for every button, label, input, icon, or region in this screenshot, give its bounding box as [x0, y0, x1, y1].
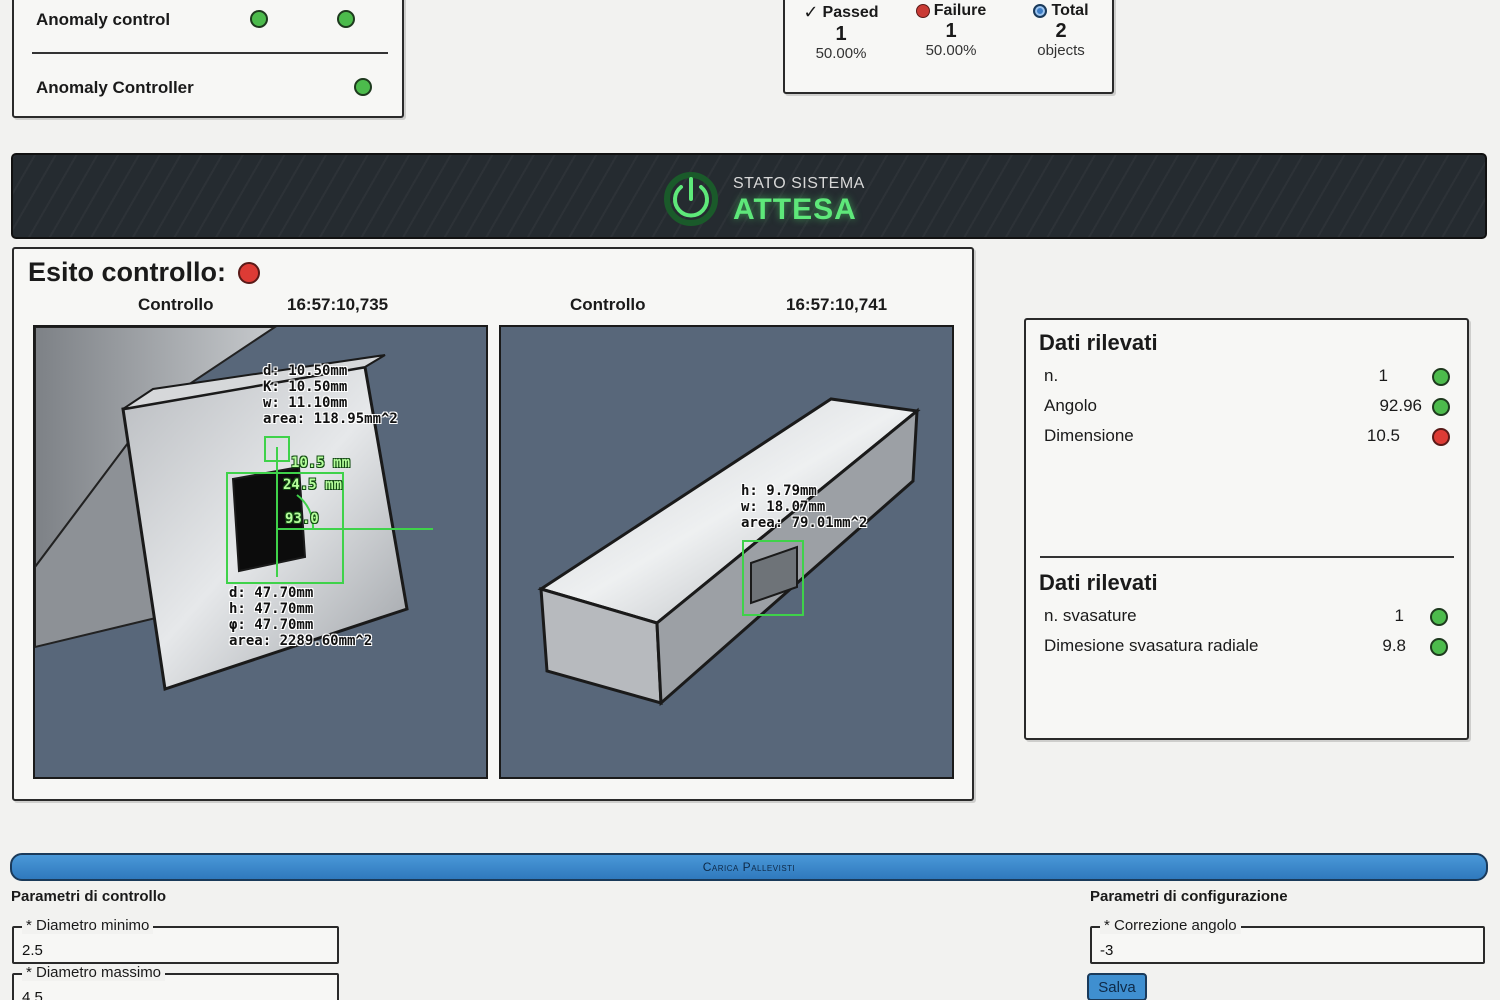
dati-row-svasatura-radiale-label: Dimesione svasatura radiale: [1044, 636, 1259, 655]
camera1-view: d: 10.50mm K: 10.50mm w: 11.10mm area: 1…: [33, 325, 488, 779]
measure-d-outer: d: 47.70mm: [229, 585, 314, 601]
total-icon: [1033, 4, 1048, 18]
checkmark-icon: ✓: [803, 2, 819, 22]
camera2-time: 16:57:10,741: [786, 295, 888, 314]
dati-row-dimensione-label: Dimensione: [1044, 426, 1134, 445]
correzione-angolo-label: * Correzione angolo: [1100, 917, 1241, 934]
stat-failure-percent: 50.00%: [925, 42, 977, 59]
dati-row-svasatura-radiale-value: 9.8: [1382, 636, 1406, 655]
diametro-massimo-field: * Diametro massimo: [12, 964, 339, 1000]
tube-end-image: [35, 327, 433, 691]
anomaly-control-label: Anomaly control: [36, 10, 171, 29]
stat-passed-percent: 50.00%: [815, 45, 867, 62]
stat-total-unit: objects: [1037, 42, 1085, 59]
measure-phi-outer: φ: 47.70mm: [229, 617, 314, 633]
camera2-view: h: 9.79mm w: 18.07mm area: 79.01mm^2: [499, 325, 954, 779]
dati-rilevati-panel: Dati rilevati n. 1 Angolo 92.96 Dimensio…: [1024, 318, 1469, 740]
control-params-title: Parametri di controllo: [11, 888, 167, 905]
failure-icon: [915, 4, 930, 18]
dati-row-n-value: 1: [1378, 366, 1388, 385]
measure-area: area: 118.95mm^2: [263, 411, 398, 427]
overlay-width: 24.5 mm: [283, 477, 343, 493]
stat-passed-count: 1: [835, 23, 847, 45]
tube-side-image: [537, 397, 921, 707]
measure-w: w: 18.07mm: [741, 499, 826, 515]
dati-row-angolo-status: [1432, 398, 1450, 416]
anomaly-panel: Anomaly control Anomaly Controller: [12, 0, 404, 118]
correzione-angolo-field: * Correzione angolo: [1090, 917, 1485, 964]
anomaly-control-status-1: [250, 10, 268, 28]
dati-row-svasature-status: [1430, 608, 1448, 626]
dati-row-n-status: [1432, 368, 1450, 386]
dati-title-1: Dati rilevati: [1039, 330, 1158, 355]
result-status-indicator: [237, 262, 260, 284]
measure-area: area: 79.01mm^2: [741, 515, 868, 531]
measure-k: K: 10.50mm: [263, 379, 348, 395]
measure-h-outer: h: 47.70mm: [229, 601, 314, 617]
result-title: Esito controllo:: [28, 257, 260, 288]
system-status-bar: STATO SISTEMA ATTESA: [11, 153, 1487, 239]
measure-area-outer: area: 2289.60mm^2: [229, 633, 373, 649]
anomaly-controller-label: Anomaly Controller: [36, 78, 194, 97]
dati-row-dimensione-value: 10.5: [1366, 426, 1400, 445]
system-status-value: ATTESA: [733, 193, 857, 226]
result-title-text: Esito controllo:: [28, 257, 226, 287]
dati-row-svasatura-radiale-status: [1430, 638, 1448, 656]
stat-failure-label: Failure: [933, 2, 987, 19]
camera1-measures-bottom: d: 47.70mm h: 47.70mm φ: 47.70mm area: 2…: [229, 585, 372, 649]
stat-failure-count: 1: [945, 20, 957, 42]
diametro-minimo-label: * Diametro minimo: [22, 917, 154, 934]
stat-failure: Failure 1 50.00%: [901, 2, 1001, 59]
measure-h: h: 9.79mm: [741, 483, 817, 499]
overlay-diameter: 10.5 mm: [291, 455, 351, 471]
camera1-measures-top: d: 10.50mm K: 10.50mm w: 11.10mm area: 1…: [263, 363, 398, 427]
correzione-angolo-input[interactable]: [1100, 942, 1400, 959]
anomaly-controller-status: [354, 78, 372, 96]
stat-passed-label: Passed: [822, 3, 879, 21]
config-params-title: Parametri di configurazione: [1090, 888, 1288, 905]
camera1-time: 16:57:10,735: [287, 295, 389, 314]
measure-w: w: 11.10mm: [263, 395, 348, 411]
save-button[interactable]: Salva: [1087, 973, 1147, 1000]
dati-row-svasature-label: n. svasature: [1044, 606, 1137, 625]
stat-passed: ✓ Passed 1 50.00%: [791, 2, 891, 62]
camera2-name: Controllo: [570, 295, 646, 314]
dati-row-n-label: n.: [1044, 366, 1059, 385]
overlay-angle: 93.0: [285, 511, 319, 527]
dati-row-svasature-value: 1: [1394, 606, 1404, 625]
power-icon: [664, 172, 718, 226]
system-status-label: STATO SISTEMA: [733, 175, 865, 192]
dati-row-dimensione-status: [1432, 428, 1450, 446]
camera2-measures: h: 9.79mm w: 18.07mm area: 79.01mm^2: [741, 483, 867, 531]
dati-row-angolo-value: 92.96: [1379, 396, 1422, 415]
diametro-minimo-field: * Diametro minimo: [12, 917, 339, 964]
diametro-minimo-input[interactable]: [22, 942, 322, 959]
result-panel: Esito controllo: Controllo 16:57:10,735 …: [12, 247, 974, 801]
stat-total-count: 2: [1055, 20, 1067, 42]
load-pallets-bar[interactable]: Carica Pallevisti: [10, 853, 1488, 881]
stat-total-label: Total: [1051, 2, 1089, 19]
stats-panel: ✓ Passed 1 50.00% Failure 1 50.00% Total…: [783, 0, 1114, 94]
dati-title-2: Dati rilevati: [1039, 570, 1158, 595]
dati-row-angolo-label: Angolo: [1044, 396, 1097, 415]
anomaly-control-status-2: [337, 10, 355, 28]
stat-total: Total 2 objects: [1011, 2, 1111, 59]
divider: [1040, 556, 1454, 558]
measure-d: d: 10.50mm: [263, 363, 348, 379]
camera1-name: Controllo: [138, 295, 214, 314]
diametro-massimo-input[interactable]: [22, 989, 322, 1000]
diametro-massimo-label: * Diametro massimo: [22, 964, 166, 981]
divider: [32, 52, 388, 54]
